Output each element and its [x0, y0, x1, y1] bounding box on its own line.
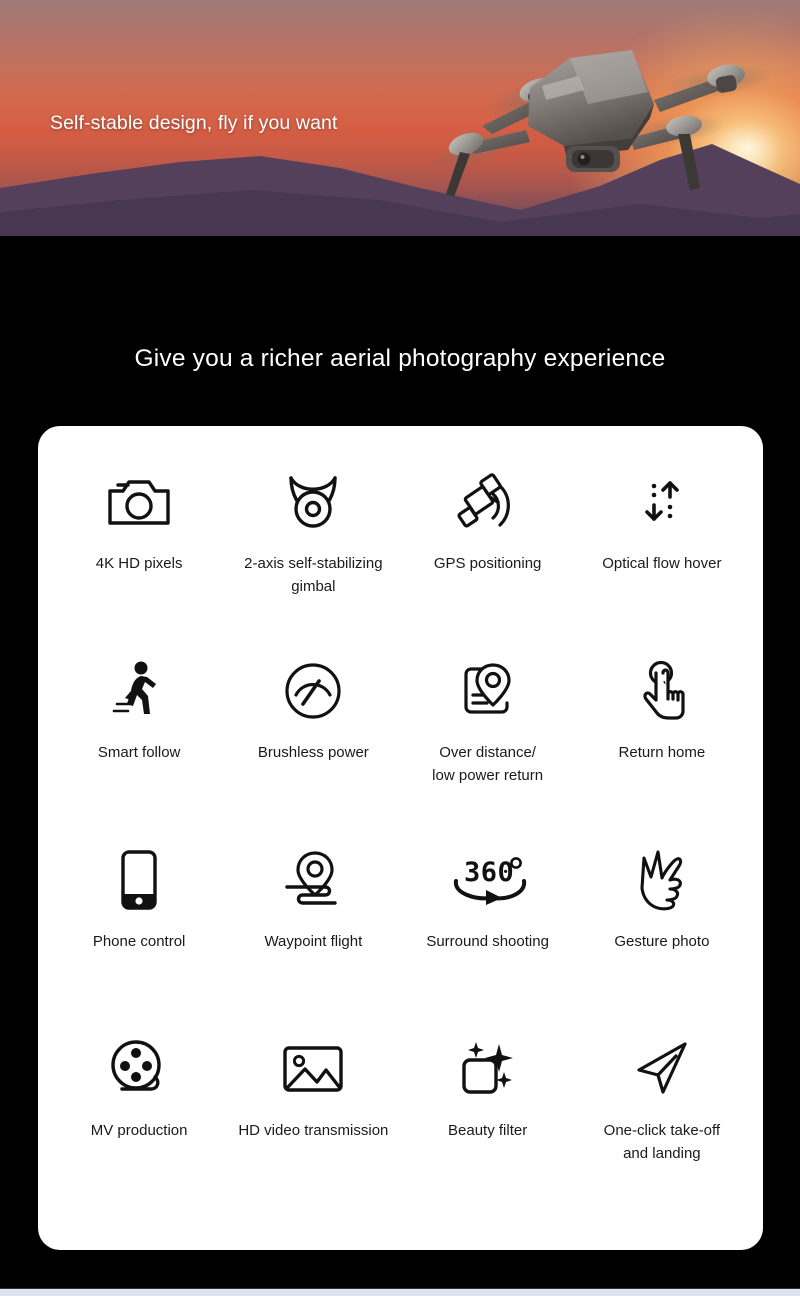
- feature-label: Phone control: [92, 933, 186, 950]
- tap-hand-icon: [634, 655, 690, 727]
- hero-banner: Self-stable design, fly if you want: [0, 0, 800, 236]
- feature-item-gimbal[interactable]: 2-axis self-stabilizing gimbal: [226, 466, 400, 655]
- walking-person-icon: [111, 655, 167, 727]
- camera-icon: [106, 466, 172, 538]
- image-mountain-icon: [281, 1033, 345, 1105]
- feature-item-gps-positioning[interactable]: GPS positioning: [401, 466, 575, 655]
- feature-label: 4K HD pixels: [95, 555, 183, 572]
- feature-label: Surround shooting: [426, 933, 549, 950]
- feature-item-over-distance-return[interactable]: Over distance/ low power return: [401, 655, 575, 844]
- feature-item-mv-production[interactable]: MV production: [52, 1033, 226, 1222]
- feature-label: GPS positioning: [433, 555, 542, 572]
- updown-arrows-icon: [632, 466, 692, 538]
- feature-label: Brushless power: [257, 744, 369, 761]
- bottom-strip: [0, 1288, 800, 1296]
- hand-gesture-icon: [634, 844, 690, 916]
- feature-item-waypoint-flight[interactable]: Waypoint flight: [226, 844, 400, 1033]
- waypoint-path-icon: [281, 844, 345, 916]
- section-heading: Give you a richer aerial photography exp…: [134, 345, 666, 372]
- svg-text:360: 360: [464, 857, 514, 888]
- feature-item-optical-flow-hover[interactable]: Optical flow hover: [575, 466, 749, 655]
- feature-label: 2-axis self-stabilizing gimbal: [244, 555, 383, 596]
- paper-plane-icon: [632, 1033, 692, 1105]
- features-grid: 4K HD pixels 2-axis self-stabilizing gim…: [38, 426, 763, 1250]
- feature-item-one-click-takeoff[interactable]: One-click take-off and landing: [575, 1033, 749, 1222]
- 360-degrees-icon: 360: [446, 844, 530, 916]
- feature-label: MV production: [90, 1122, 188, 1139]
- feature-item-surround-shooting[interactable]: 360 Surround shooting: [401, 844, 575, 1033]
- feature-item-phone-control[interactable]: Phone control: [52, 844, 226, 1033]
- feature-item-4k-hd-pixels[interactable]: 4K HD pixels: [52, 466, 226, 655]
- feature-item-beauty-filter[interactable]: Beauty filter: [401, 1033, 575, 1222]
- drone-illustration: [428, 50, 774, 197]
- feature-label: Smart follow: [97, 744, 181, 761]
- feature-label: Return home: [618, 744, 706, 761]
- feature-label: Gesture photo: [614, 933, 710, 950]
- smartphone-icon: [117, 844, 161, 916]
- map-pin-icon: [458, 655, 518, 727]
- sparkle-square-icon: [458, 1033, 518, 1105]
- feature-label: One-click take-off and landing: [603, 1122, 721, 1163]
- features-card: 4K HD pixels 2-axis self-stabilizing gim…: [38, 426, 763, 1250]
- feature-item-brushless-power[interactable]: Brushless power: [226, 655, 400, 844]
- feature-item-smart-follow[interactable]: Smart follow: [52, 655, 226, 844]
- feature-label: Over distance/ low power return: [432, 744, 544, 785]
- speedometer-icon: [283, 655, 343, 727]
- satellite-icon: [457, 466, 519, 538]
- feature-label: Optical flow hover: [602, 555, 722, 572]
- feature-label: HD video transmission: [238, 1122, 389, 1139]
- film-reel-icon: [108, 1033, 170, 1105]
- feature-label: Waypoint flight: [264, 933, 363, 950]
- product-feature-page: Self-stable design, fly if you want Give…: [0, 0, 800, 1296]
- gimbal-icon: [283, 466, 343, 538]
- feature-label: Beauty filter: [448, 1122, 528, 1139]
- feature-item-hd-video-transmission[interactable]: HD video transmission: [226, 1033, 400, 1222]
- hero-title: Self-stable design, fly if you want: [50, 112, 338, 134]
- feature-item-gesture-photo[interactable]: Gesture photo: [575, 844, 749, 1033]
- feature-item-return-home[interactable]: Return home: [575, 655, 749, 844]
